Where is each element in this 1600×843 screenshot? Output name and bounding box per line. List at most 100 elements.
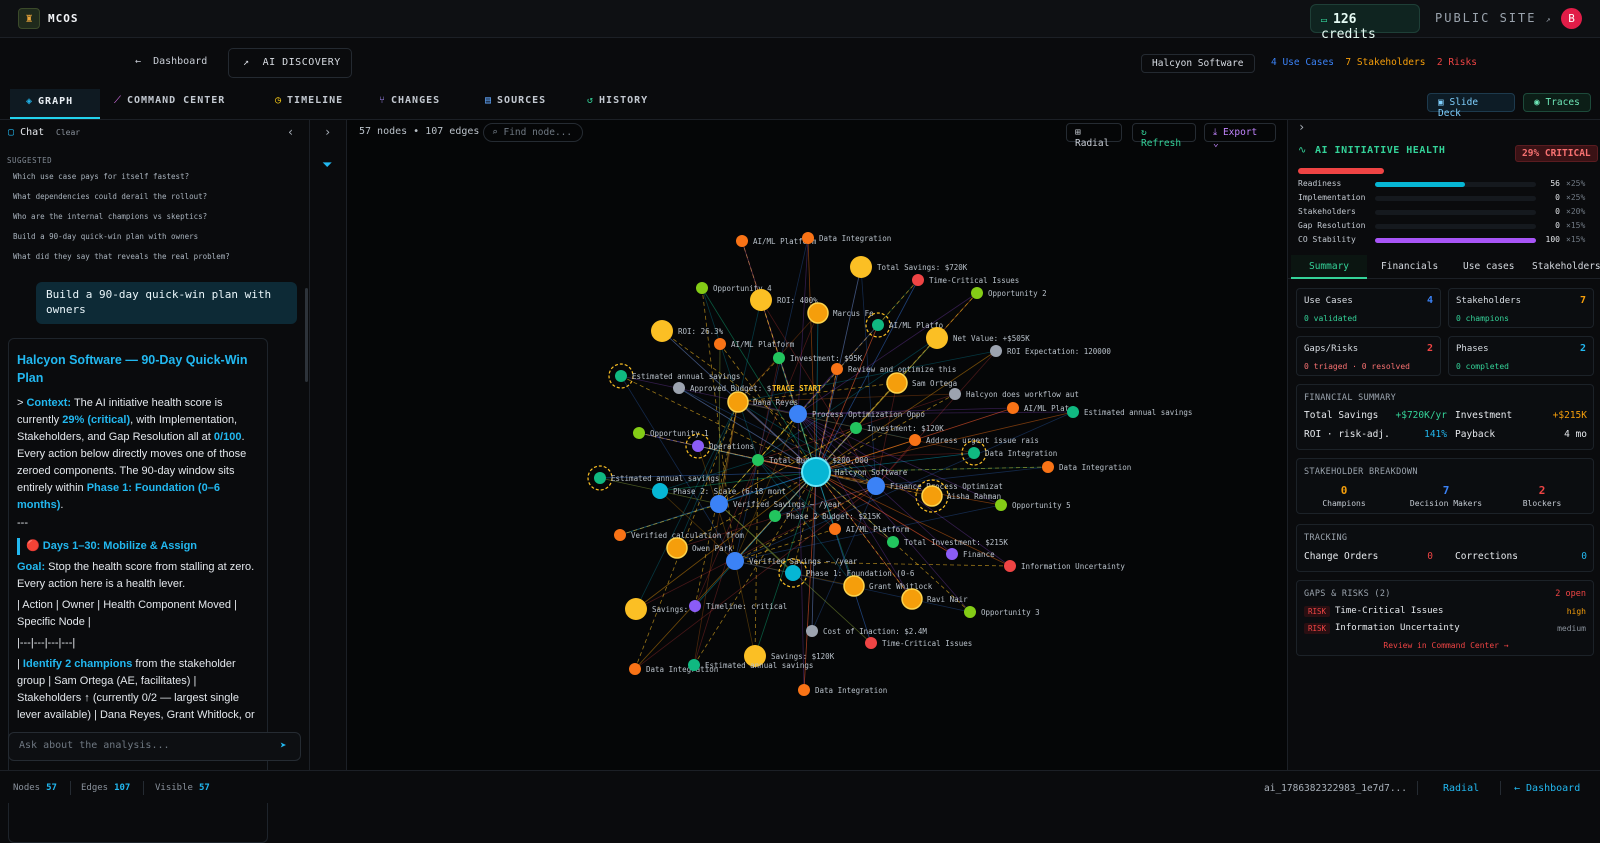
risk-title[interactable]: Time-Critical Issues [1335, 606, 1443, 616]
tab-changes[interactable]: ⑂ CHANGES [379, 95, 440, 106]
node-circle [946, 548, 958, 560]
tab-command-center[interactable]: ⟋ COMMAND CENTER [114, 95, 225, 106]
tab-graph[interactable]: ◈ GRAPH [10, 89, 100, 119]
node-label: Data Integration [819, 234, 891, 243]
suggestion-item[interactable]: Which use case pays for itself fastest? [13, 172, 189, 181]
export-button[interactable]: ⤓ Export ⌄ [1204, 123, 1276, 149]
graph-node[interactable]: Ravi Nair [901, 588, 968, 610]
chevron-left-icon[interactable]: ‹ [287, 125, 294, 139]
graph-node[interactable]: Phase 2 Budget: $215K [769, 510, 881, 522]
credits-badge[interactable]: ▭ 126 credits [1310, 4, 1420, 42]
graph-node[interactable]: Time-Critical Issues [912, 274, 1019, 286]
send-icon[interactable]: ➤ [280, 739, 287, 752]
node-label: Verified Savings ~ /year [733, 500, 842, 509]
graph-node[interactable]: Dana Reyes [727, 391, 798, 413]
phases-card[interactable]: Phases 2 0 completed [1448, 336, 1594, 376]
tab-label: GRAPH [38, 96, 74, 107]
graph-node[interactable]: Estimated annual savings [688, 659, 813, 671]
ai-discovery-button[interactable]: ↗ AI DISCOVERY [228, 48, 352, 78]
graph-node[interactable]: Investment: $95K [773, 352, 863, 364]
graph-node[interactable]: Opportunity 5 [995, 499, 1071, 511]
graph-node[interactable]: Sam Ortega [886, 372, 957, 394]
dashboard-link[interactable]: ← Dashboard [1514, 783, 1580, 794]
suggestion-item[interactable]: Build a 90-day quick-win plan with owner… [13, 232, 198, 241]
graph-node[interactable]: Estimated annual savings [1067, 406, 1192, 418]
graph-node[interactable]: Opportunity 3 [964, 606, 1040, 618]
logo-icon[interactable]: ♜ [18, 8, 40, 29]
graph-node[interactable]: Cost of Inaction: $2.4M [806, 625, 927, 637]
knowledge-graph[interactable]: AI/ML Platform Data Integration Total Savi… [347, 148, 1287, 768]
graph-node[interactable]: Halcyon does workflow aut [949, 388, 1079, 400]
graph-node[interactable]: AI/ML Platform [829, 523, 910, 535]
review-command-center-link[interactable]: Review in Command Center → [1297, 641, 1595, 650]
traces-button[interactable]: ◉ Traces [1523, 93, 1591, 112]
clear-chat-button[interactable]: Clear [56, 128, 80, 137]
node-label: Address urgent issue rais [926, 436, 1039, 445]
back-to-dashboard-button[interactable]: ← Dashboard [135, 56, 207, 67]
risk-title[interactable]: Information Uncertainty [1335, 623, 1460, 633]
tab-stakeholders[interactable]: Stakeholders [1532, 261, 1600, 272]
blockers-count: 2 [1538, 484, 1546, 497]
tab-summary[interactable]: Summary [1291, 255, 1367, 279]
graph-node[interactable]: Address urgent issue rais [909, 434, 1039, 446]
pulse-icon: ∿ [1298, 145, 1307, 156]
chat-input-placeholder: Ask about the analysis... [19, 740, 170, 751]
graph-node[interactable]: Finance [946, 548, 995, 560]
node-label: Operations [709, 442, 754, 451]
graph-canvas[interactable]: 57 nodes • 107 edges ⌕ Find node... ⊞ Ra… [347, 120, 1287, 770]
tab-timeline[interactable]: ◷ TIMELINE [275, 95, 343, 106]
node-circle [769, 510, 781, 522]
graph-node[interactable]: Net Value: +$505K [926, 327, 1030, 349]
divider [70, 781, 71, 795]
graph-node[interactable]: Opportunity 2 [971, 287, 1047, 299]
divider [1417, 781, 1418, 795]
filter-icon[interactable]: ⏷ [322, 158, 332, 173]
gaps-risks-card[interactable]: Gaps/Risks 2 0 triaged · 0 resolved [1296, 336, 1441, 376]
graph-node[interactable]: Investment: $120K [850, 422, 944, 434]
tab-history[interactable]: ↺ HISTORY [587, 95, 648, 106]
node-circle [692, 440, 704, 452]
use-cases-card[interactable]: Use Cases 4 0 validated [1296, 288, 1441, 328]
graph-node[interactable]: Information Uncertainty [1004, 560, 1125, 572]
node-label: Time-Critical Issues [929, 276, 1019, 285]
avatar[interactable]: B [1561, 8, 1582, 29]
suggestion-item[interactable]: Who are the internal champions vs skepti… [13, 212, 207, 221]
stakeholders-card[interactable]: Stakeholders 7 0 champions [1448, 288, 1594, 328]
refresh-button[interactable]: ↻ Refresh [1132, 123, 1196, 149]
chevron-right-icon[interactable]: › [1298, 120, 1305, 134]
chat-input[interactable]: Ask about the analysis... ➤ [8, 732, 301, 761]
section-label: TRACKING [1304, 533, 1348, 543]
tab-label: TIMELINE [287, 95, 344, 106]
node-circle [688, 659, 700, 671]
suggestion-item[interactable]: What dependencies could derail the rollo… [13, 192, 207, 201]
graph-node[interactable]: ROI: 26.3% [651, 320, 724, 342]
layout-radial-button[interactable]: ⊞ Radial [1066, 123, 1122, 149]
node-label: Sam Ortega [912, 379, 957, 388]
graph-node[interactable]: Data Integration [798, 684, 887, 696]
graph-node[interactable]: Data Integration [1042, 461, 1131, 473]
graph-node[interactable]: ROI Expectation: 120000 [990, 345, 1111, 357]
node-label: Grant Whitlock [869, 582, 933, 591]
chevron-right-icon[interactable]: › [324, 125, 331, 139]
chat-scrollbar[interactable] [305, 288, 308, 382]
graph-node[interactable]: Marcus Fe [807, 302, 874, 324]
node-label: Investment: $120K [867, 424, 944, 433]
layout-status[interactable]: Radial [1443, 783, 1479, 794]
node-circle [1004, 560, 1016, 572]
suggestion-item[interactable]: What did they say that reveals the real … [13, 252, 230, 261]
card-title: Stakeholders [1456, 296, 1522, 306]
tab-sources[interactable]: ▤ SOURCES [485, 95, 546, 106]
graph-node[interactable]: AI/ML Plat [1007, 402, 1069, 414]
slide-deck-button[interactable]: ▣ Slide Deck [1427, 93, 1515, 119]
graph-node[interactable]: ROI: 400% [750, 289, 818, 311]
graph-node[interactable]: Opportunity 1 [633, 427, 709, 439]
graph-edge [811, 471, 817, 632]
graph-node[interactable]: Total Investment: $215K [887, 536, 1008, 548]
tab-financials[interactable]: Financials [1381, 261, 1438, 272]
find-node-input[interactable]: ⌕ Find node... [483, 123, 583, 142]
graph-node[interactable]: Total Savings: $720K [850, 256, 968, 278]
graph-node[interactable]: AI/ML Platform [714, 338, 795, 350]
public-site-link[interactable]: PUBLIC SITE ↗ [1435, 11, 1553, 25]
tab-use-cases[interactable]: Use cases [1463, 261, 1514, 272]
graph-node[interactable]: Time-Critical Issues [865, 637, 972, 649]
